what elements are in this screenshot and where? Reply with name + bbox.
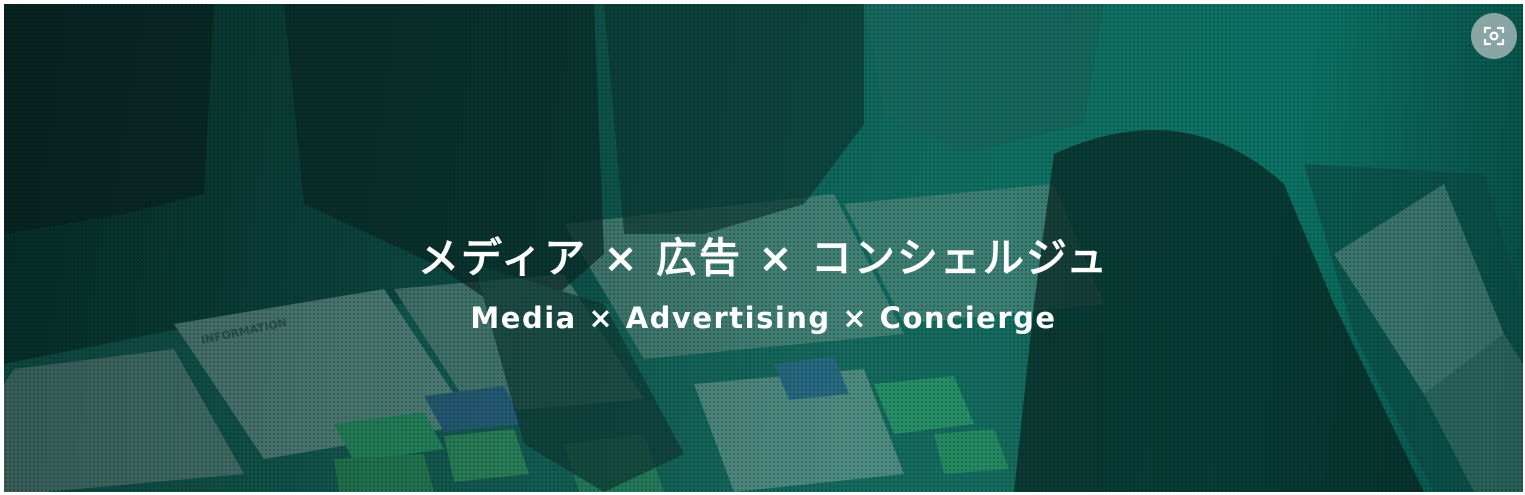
- visual-search-icon: [1483, 26, 1505, 46]
- headline-japanese: メディア × 広告 × コンシェルジュ: [417, 234, 1110, 282]
- visual-search-button[interactable]: [1471, 13, 1517, 59]
- hero-banner: INFORMATION メディア × 広告 × コンシェルジュ Media × …: [4, 4, 1523, 492]
- headline-english: Media × Advertising × Concierge: [470, 301, 1057, 335]
